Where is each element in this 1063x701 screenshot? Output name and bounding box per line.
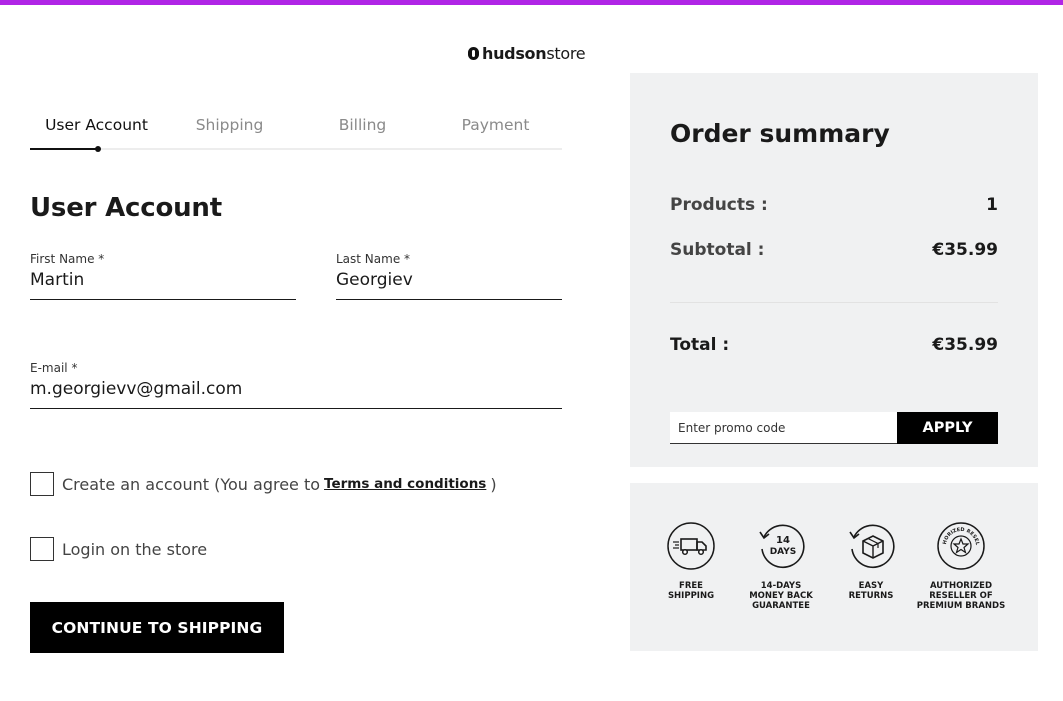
products-row: Products : 1 <box>670 195 998 215</box>
email-input[interactable]: m.georgievv@gmail.com <box>30 379 562 403</box>
last-name-field[interactable]: Last Name * Georgiev <box>336 252 562 300</box>
subtotal-value: €35.99 <box>932 240 998 260</box>
perk-line: SHIPPING <box>667 591 715 601</box>
total-row: Total : €35.99 <box>670 335 998 355</box>
perk-authorized-reseller: AUTHORIZED RESELLER AUTHORIZED RESELLER … <box>916 521 1006 611</box>
top-accent-bar <box>0 0 1063 5</box>
perk-easy-returns: EASY RETURNS <box>826 521 916 601</box>
seal-text: AUTHORIZED RESELLER <box>936 521 980 546</box>
total-label: Total : <box>670 335 730 355</box>
tab-shipping[interactable]: Shipping <box>163 116 296 134</box>
perk-line: EASY <box>858 581 884 591</box>
perk-line: RETURNS <box>848 591 894 601</box>
perk-line: PREMIUM BRANDS <box>916 601 1006 611</box>
products-label: Products : <box>670 195 768 215</box>
subtotal-label: Subtotal : <box>670 240 765 260</box>
star-seal-icon: AUTHORIZED RESELLER <box>936 521 985 570</box>
section-title: User Account <box>30 193 222 223</box>
logo-text-light: store <box>546 43 586 63</box>
first-name-input[interactable]: Martin <box>30 270 296 294</box>
total-value: €35.99 <box>932 335 998 355</box>
perk-label: AUTHORIZED RESELLER OF PREMIUM BRANDS <box>917 581 1005 611</box>
email-field[interactable]: E-mail * m.georgievv@gmail.com <box>30 361 562 409</box>
tab-user-account[interactable]: User Account <box>30 116 163 134</box>
logo-mark-icon <box>468 46 479 60</box>
terms-link[interactable]: Terms and conditions <box>324 476 486 492</box>
perk-line: RESELLER OF <box>929 591 993 601</box>
checkout-steps: User Account Shipping Billing Payment <box>30 110 562 152</box>
continue-to-shipping-button[interactable]: CONTINUE TO SHIPPING <box>30 602 284 653</box>
tab-payment[interactable]: Payment <box>429 116 562 134</box>
subtotal-row: Subtotal : €35.99 <box>670 240 998 260</box>
create-account-checkbox[interactable] <box>30 472 54 496</box>
perk-money-back: 14 DAYS 14-DAYS MONEY BACK GUARANTEE <box>736 521 826 611</box>
store-perks-panel: FREE SHIPPING 14 DAYS 14-DAYS MONEY BACK… <box>630 483 1038 651</box>
badge-top-text: 14 <box>776 535 790 546</box>
login-text: Login on the store <box>62 539 208 559</box>
perk-line: MONEY BACK <box>749 591 813 601</box>
order-summary-title: Order summary <box>670 119 890 148</box>
promo-code-input[interactable] <box>670 412 897 444</box>
box-return-icon <box>849 524 895 569</box>
truck-icon <box>667 522 715 570</box>
last-name-label: Last Name * <box>336 252 411 266</box>
first-name-field[interactable]: First Name * Martin <box>30 252 296 300</box>
perk-line: AUTHORIZED <box>929 581 993 591</box>
last-name-input[interactable]: Georgiev <box>336 270 562 294</box>
create-account-text: Create an account (You agree to <box>62 474 321 494</box>
order-summary-panel: Order summary Products : 1 Subtotal : €3… <box>630 73 1038 467</box>
perk-label: EASY RETURNS <box>849 581 894 601</box>
login-row: Login on the store <box>30 537 207 561</box>
create-account-close: ) <box>490 474 497 494</box>
perk-label: 14-DAYS MONEY BACK GUARANTEE <box>749 581 813 611</box>
perk-free-shipping: FREE SHIPPING <box>646 521 736 601</box>
store-logo[interactable]: hudson store <box>468 43 586 63</box>
perk-line: FREE <box>679 581 703 591</box>
login-checkbox[interactable] <box>30 537 54 561</box>
perk-label: FREE SHIPPING <box>668 581 714 601</box>
perk-line: GUARANTEE <box>752 601 810 611</box>
products-value: 1 <box>986 195 998 215</box>
active-tab-indicator <box>30 146 101 152</box>
create-account-row: Create an account (You agree to Terms an… <box>30 472 497 496</box>
logo-text-bold: hudson <box>482 43 547 63</box>
apply-promo-button[interactable]: APPLY <box>897 412 998 444</box>
perk-line: 14-DAYS <box>760 581 802 591</box>
email-label: E-mail * <box>30 361 78 375</box>
first-name-label: First Name * <box>30 252 105 266</box>
calendar-14-icon: 14 DAYS <box>759 524 805 569</box>
seal-text-path: AUTHORIZED RESELLER <box>936 521 980 546</box>
promo-code-form: APPLY <box>670 412 998 444</box>
badge-bottom-text: DAYS <box>770 547 797 557</box>
summary-divider <box>670 302 998 303</box>
tab-billing[interactable]: Billing <box>296 116 429 134</box>
